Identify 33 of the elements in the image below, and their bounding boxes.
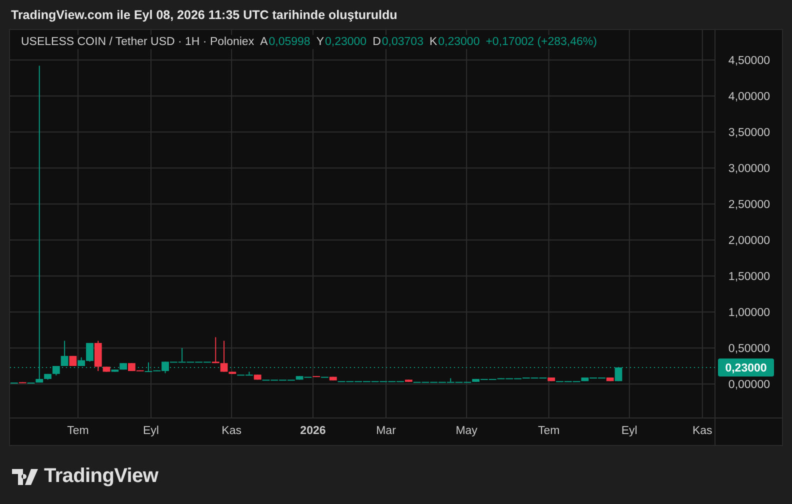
price-axis-label: 2,00000: [728, 235, 770, 247]
ohlc-label: D: [372, 36, 381, 48]
time-axis-label: 2026: [300, 425, 326, 437]
time-axis-label: Tem: [67, 425, 89, 437]
header-title: TradingView.com ile Eyl 08, 2026 11:35 UTC tarihinde oluşturuldu: [10, 7, 398, 24]
symbol-label: USELESS COIN / Tether USD · 1H · Poloniex: [21, 36, 254, 48]
price-axis-label: 1,50000: [728, 271, 770, 283]
time-axis-label: Tem: [538, 425, 560, 437]
price-axis-label: 4,50000: [728, 55, 770, 67]
price-axis-label: 2,50000: [728, 199, 770, 211]
logo-icon: [12, 468, 38, 484]
price-axis-label: 3,50000: [728, 127, 770, 139]
time-axis-label: Kas: [222, 425, 242, 437]
ohlc-value: 0,03703: [382, 36, 424, 48]
price-axis-label: 3,00000: [728, 163, 770, 175]
price-label: 0,23000: [718, 358, 774, 376]
ohlc-value: 0,23000: [438, 36, 480, 48]
ohlc-label: Y: [316, 36, 324, 48]
time-axis-label: Eyl: [621, 425, 638, 437]
price-axis-label: 1,00000: [728, 307, 770, 319]
time-axis-label: Eyl: [143, 425, 159, 437]
change-value: +0,17002 (+283,46%): [486, 36, 597, 48]
time-axis-label: Mar: [376, 425, 396, 437]
price-axis-label: 0,00000: [728, 379, 770, 391]
ohlc-value: 0,23000: [325, 36, 367, 48]
price-axis-label: 4,00000: [728, 91, 770, 103]
ohlc-value: 0,05998: [268, 36, 310, 48]
ohlc-label: K: [429, 36, 438, 48]
time-axis-label: May: [456, 425, 478, 437]
ohlc-label: A: [260, 36, 268, 48]
price-axis-label: 0,50000: [728, 343, 770, 355]
time-axis-label: Kas: [692, 425, 712, 437]
logo-text: TradingView: [44, 465, 158, 488]
